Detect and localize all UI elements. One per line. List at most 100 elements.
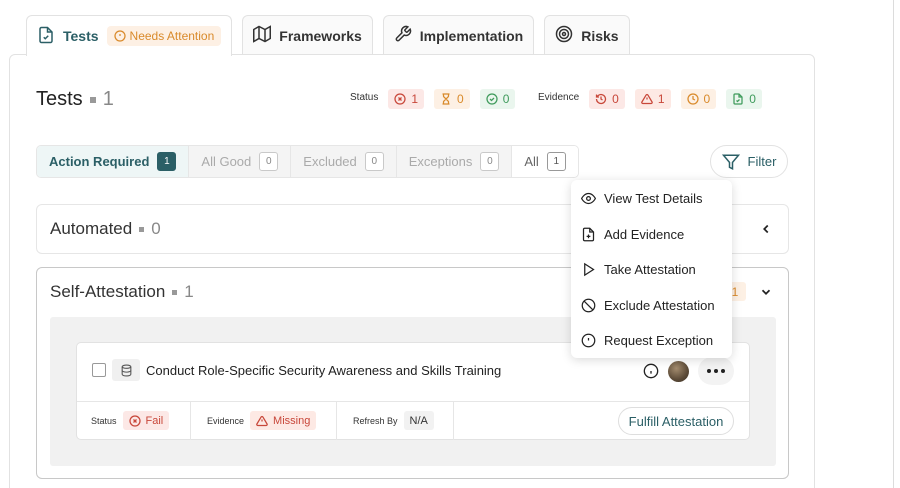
refresh-field: Refresh By N/A: [339, 401, 434, 440]
info-icon[interactable]: [643, 363, 659, 379]
x-circle-icon: [128, 414, 141, 427]
evidence-missing-pill[interactable]: 1: [634, 89, 671, 109]
wrench-icon: [394, 25, 412, 46]
map-icon: [253, 25, 272, 46]
menu-item-add-evidence[interactable]: Add Evidence: [571, 217, 732, 253]
refresh-label: Refresh By: [353, 415, 398, 426]
more-options-button[interactable]: [698, 357, 734, 385]
section-count: 1: [184, 282, 194, 301]
status-pending-pill[interactable]: 0: [434, 89, 470, 109]
file-plus-icon: [582, 227, 595, 242]
segment-action-required[interactable]: Action Required 1: [37, 146, 190, 177]
tab-implementation[interactable]: Implementation: [382, 15, 535, 55]
filter-icon: [721, 154, 740, 170]
title-text: Tests: [36, 88, 83, 110]
chevron-down-icon[interactable]: [759, 285, 773, 299]
top-tabs: Tests Needs Attention Frameworks Impleme…: [26, 15, 630, 56]
section-count: 0: [151, 219, 161, 238]
separator-dot: [172, 289, 178, 295]
tab-tests[interactable]: Tests Needs Attention: [26, 15, 233, 56]
tab-label: Risks: [581, 27, 619, 44]
evidence-summary: Evidence 0 1 0 0: [538, 89, 762, 109]
menu-item-request-exception[interactable]: Request Exception: [571, 323, 732, 359]
tab-label: Frameworks: [279, 27, 362, 44]
alert-circle-icon: [113, 30, 126, 42]
clock-icon: [686, 93, 699, 105]
segment-label: Action Required: [49, 154, 150, 169]
play-icon: [584, 262, 595, 277]
evidence-due-pill[interactable]: 0: [680, 89, 717, 109]
filter-label: Filter: [747, 154, 777, 169]
status-label: Status: [91, 415, 117, 426]
segment-all[interactable]: All 1: [512, 146, 578, 177]
segment-count: 0: [480, 152, 500, 171]
dot-icon: [721, 369, 725, 373]
page: Tests Needs Attention Frameworks Impleme…: [0, 0, 900, 488]
status-passed-count: 0: [502, 92, 510, 106]
menu-item-label: Exclude Attestation: [604, 297, 715, 313]
evidence-ok-pill[interactable]: 0: [726, 89, 762, 109]
evidence-due-count: 0: [703, 92, 711, 106]
filter-button[interactable]: Filter: [710, 145, 788, 178]
chevron-left-icon[interactable]: [759, 222, 773, 236]
check-circle-icon: [486, 93, 498, 105]
x-circle-icon: [394, 93, 406, 105]
segment-exceptions[interactable]: Exceptions 0: [396, 146, 513, 177]
separator-dot: [139, 226, 145, 232]
alert-circle-icon: [581, 333, 596, 348]
status-pending-count: 0: [457, 92, 464, 106]
warning-triangle-icon: [640, 93, 653, 105]
select-checkbox[interactable]: [92, 363, 106, 377]
tab-risks[interactable]: Risks: [544, 15, 630, 55]
segment-count: 1: [157, 152, 177, 171]
warning-triangle-icon: [256, 415, 268, 426]
dot-icon: [714, 369, 718, 373]
hourglass-icon: [442, 93, 450, 105]
evidence-badge: Missing: [250, 411, 317, 430]
evidence-summary-label: Evidence: [538, 91, 580, 103]
menu-item-label: Take Attestation: [604, 262, 696, 278]
menu-item-view-test-details[interactable]: View Test Details: [571, 181, 732, 217]
dot-icon: [707, 369, 711, 373]
file-check-icon: [37, 26, 55, 47]
status-value: Fail: [145, 414, 164, 427]
segment-label: Exceptions: [408, 154, 473, 169]
menu-item-take-attestation[interactable]: Take Attestation: [571, 252, 732, 288]
status-field: Status Fail: [77, 401, 170, 440]
segment-excluded[interactable]: Excluded 0: [291, 146, 397, 177]
context-menu: View Test Details Add Evidence Take Atte…: [571, 180, 732, 358]
test-name[interactable]: Conduct Role-Specific Security Awareness…: [146, 363, 501, 378]
evidence-value: Missing: [273, 414, 311, 427]
segment-count: 0: [364, 152, 384, 171]
menu-item-exclude-attestation[interactable]: Exclude Attestation: [571, 288, 732, 324]
history-icon: [596, 93, 607, 105]
section-title: Automated: [50, 219, 133, 238]
tab-label: Implementation: [419, 27, 524, 44]
scrollbar-track[interactable]: [893, 0, 894, 488]
ban-icon: [581, 298, 596, 313]
status-passed-pill[interactable]: 0: [479, 89, 516, 109]
evidence-label: Evidence: [207, 415, 245, 426]
separator-dot: [89, 96, 96, 103]
menu-item-label: Request Exception: [604, 333, 714, 349]
fulfill-attestation-button[interactable]: Fulfill Attestation: [618, 407, 734, 435]
evidence-expired-pill[interactable]: 0: [589, 89, 625, 109]
needs-attention-label: Needs Attention: [129, 29, 215, 43]
status-summary-label: Status: [350, 91, 379, 103]
segment-all-good[interactable]: All Good 0: [189, 146, 292, 177]
evidence-missing-count: 1: [657, 92, 665, 106]
evidence-ok-count: 0: [749, 92, 756, 106]
segment-label: Excluded: [303, 154, 357, 169]
title-count: 1: [102, 88, 114, 110]
tab-frameworks[interactable]: Frameworks: [242, 15, 373, 55]
status-fail-count: 1: [411, 92, 419, 106]
evidence-expired-count: 0: [612, 92, 619, 106]
divider: [190, 401, 191, 440]
status-fail-pill[interactable]: 1: [388, 89, 425, 109]
avatar[interactable]: [668, 361, 689, 382]
segment-filter: Action Required 1 All Good 0 Excluded 0 …: [36, 145, 579, 178]
segment-label: All Good: [201, 154, 252, 169]
eye-icon: [581, 193, 596, 205]
status-badge: Fail: [122, 411, 170, 430]
evidence-field: Evidence Missing: [193, 401, 317, 440]
